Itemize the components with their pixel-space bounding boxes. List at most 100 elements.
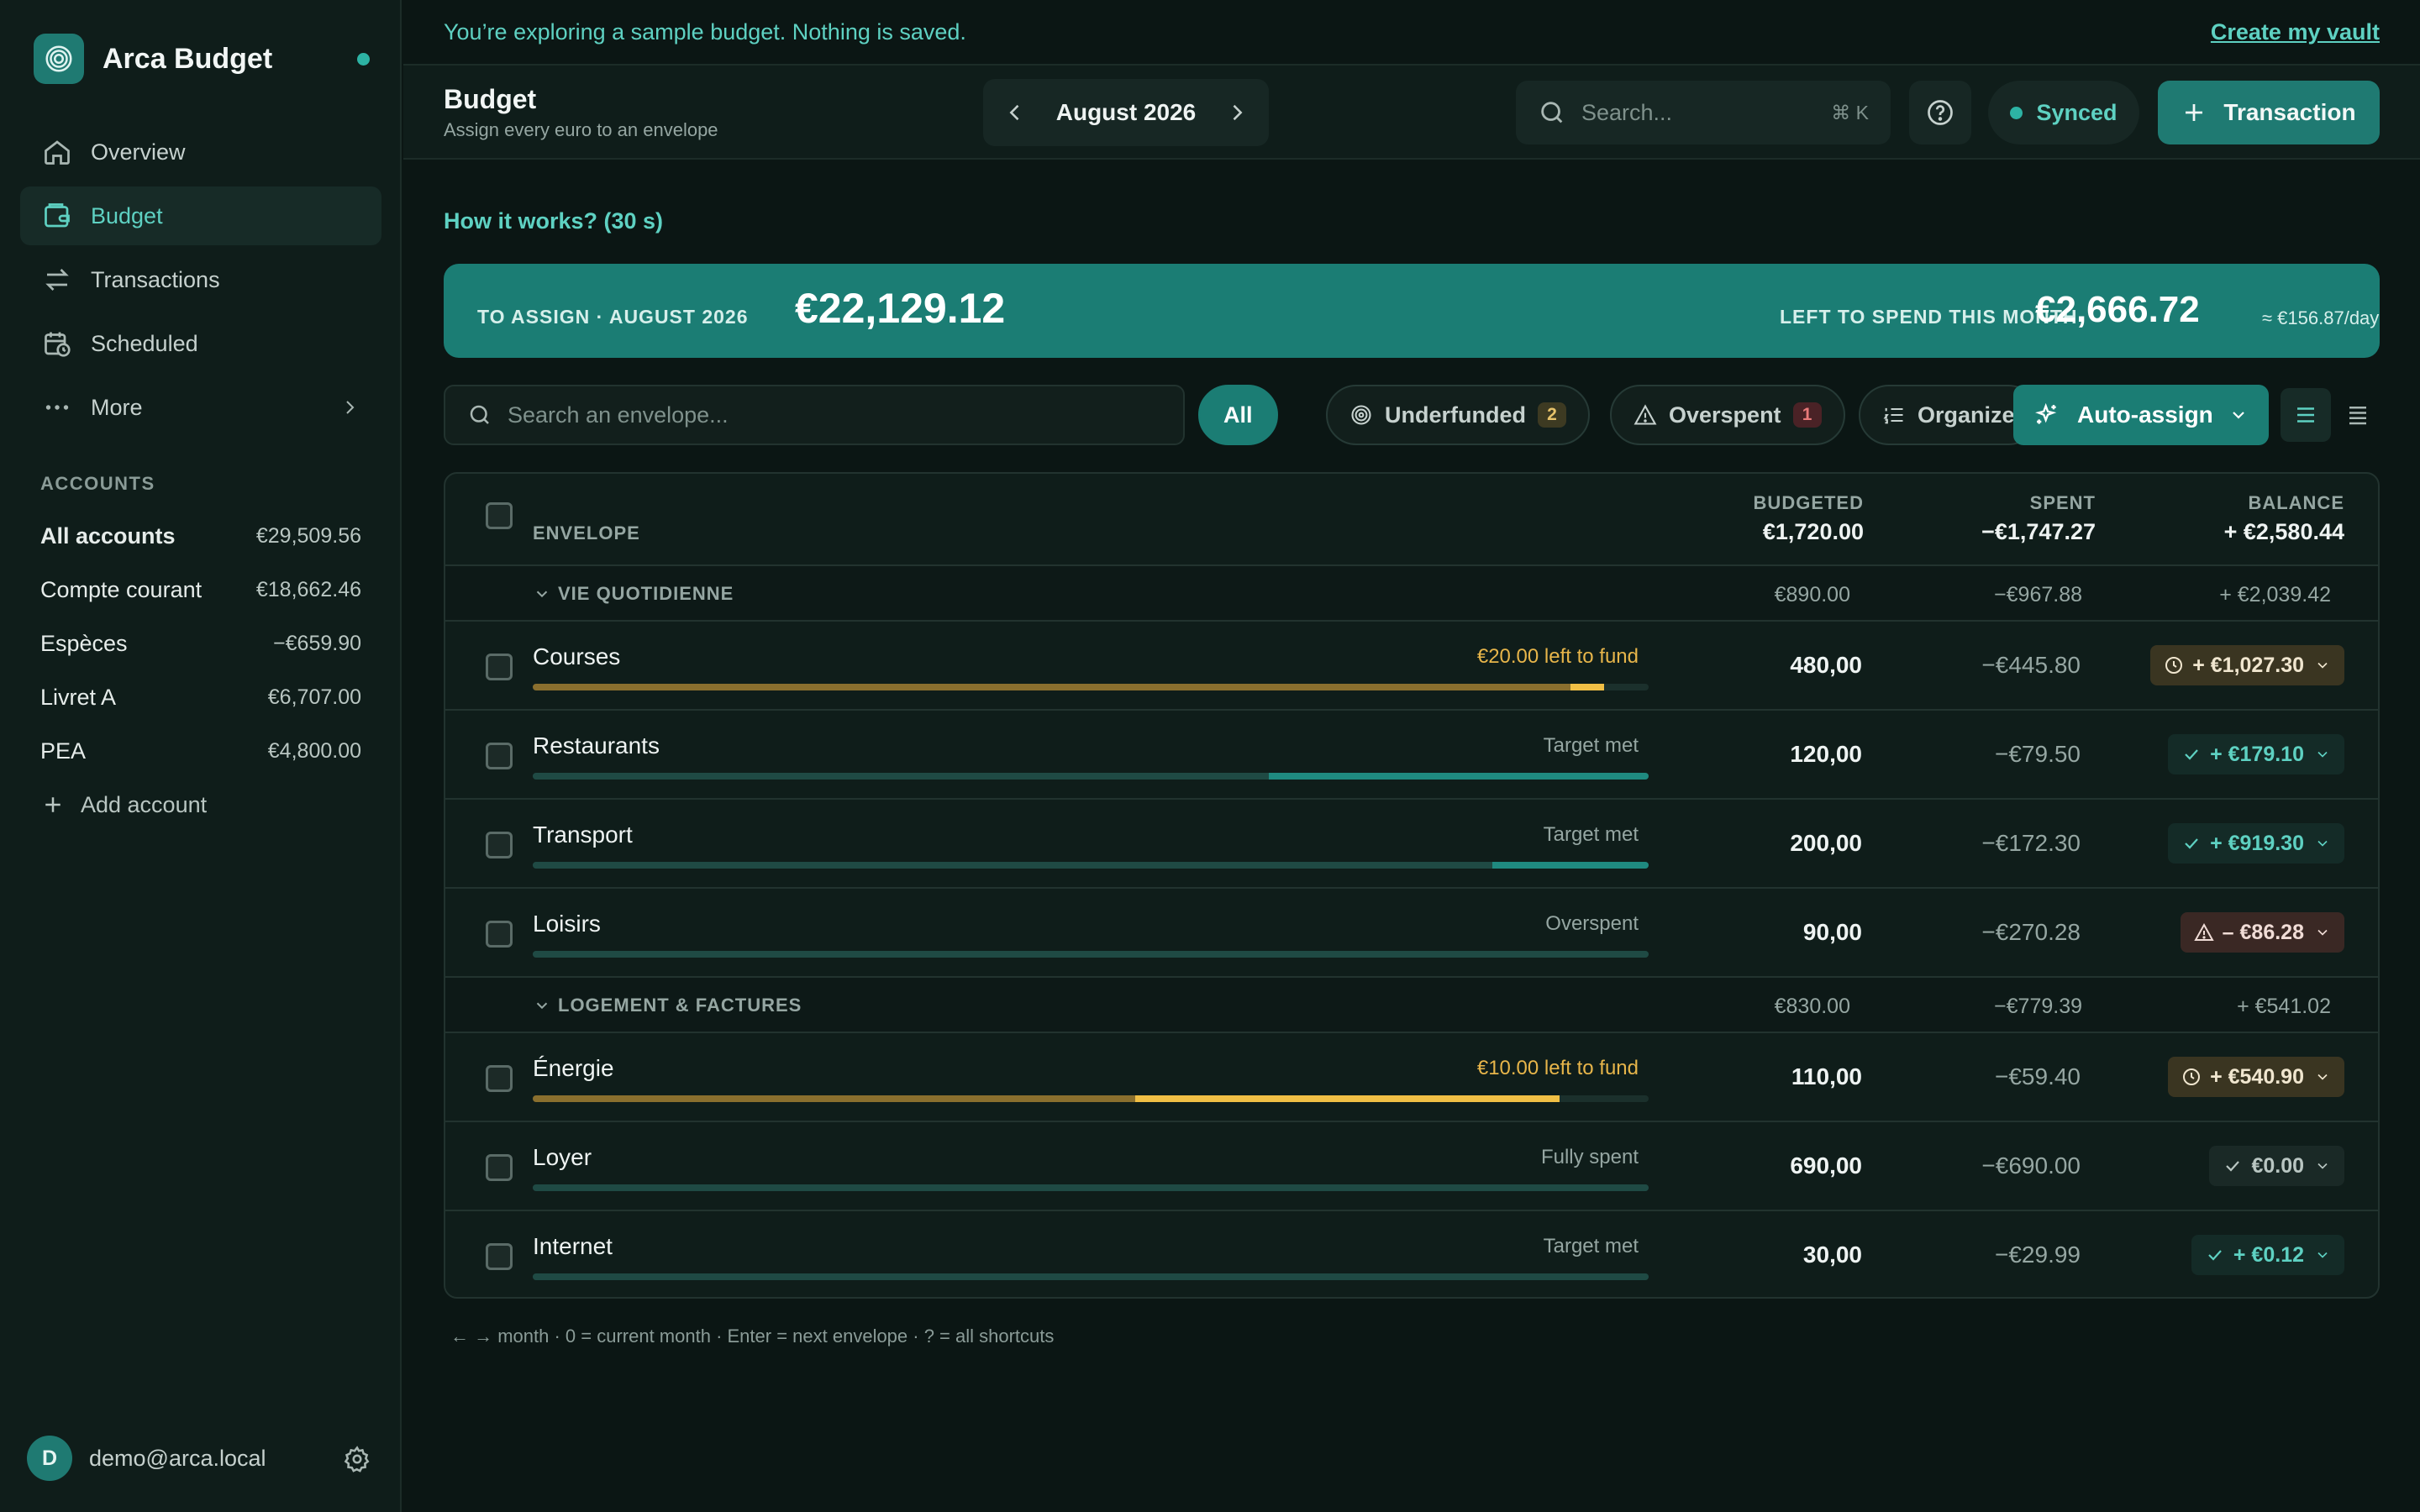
balance-pill[interactable]: + €919.30	[2168, 823, 2344, 864]
auto-assign-button[interactable]: Auto-assign	[2013, 385, 2269, 445]
account-item[interactable]: All accounts €29,509.56	[40, 509, 361, 563]
envelope-name: Courses	[533, 643, 621, 669]
row-checkbox[interactable]	[486, 1243, 513, 1270]
envelope-status: Target met	[1543, 823, 1639, 846]
column-balance-label: BALANCE	[2248, 492, 2344, 513]
group-budgeted: €890.00	[1774, 583, 1850, 606]
filter-all[interactable]: All	[1198, 385, 1278, 445]
column-balance[interactable]: BALANCE + €2,580.44	[2224, 492, 2344, 545]
account-item[interactable]: Livret A €6,707.00	[40, 670, 361, 724]
banner-message: You’re exploring a sample budget. Nothin…	[444, 18, 966, 45]
balance-pill[interactable]: – €86.28	[2180, 912, 2344, 953]
balance-pill[interactable]: + €179.10	[2168, 734, 2344, 774]
brand[interactable]: Arca Budget	[34, 34, 370, 84]
row-checkbox[interactable]	[486, 1065, 513, 1092]
group-balance: + €541.02	[2237, 995, 2331, 1018]
budgeted-value[interactable]: 690,00	[1790, 1152, 1862, 1179]
row-checkbox[interactable]	[486, 743, 513, 769]
list-icon	[2297, 407, 2314, 423]
spent-value: −€29.99	[1995, 1242, 2081, 1268]
budgeted-value[interactable]: 120,00	[1790, 741, 1862, 768]
spent-value: −€79.50	[1995, 741, 2081, 767]
row-checkbox[interactable]	[486, 1154, 513, 1181]
nav-label: More	[91, 394, 143, 420]
table-row[interactable]: Internet Target met 30,00 −€29.99 + €0.1…	[445, 1211, 2378, 1297]
group-header[interactable]: VIE QUOTIDIENNE €890.00 −€967.88 + €2,03…	[445, 566, 2378, 622]
envelope-search-input[interactable]: Search an envelope...	[444, 385, 1185, 445]
account-name: Compte courant	[40, 576, 203, 602]
select-all-checkbox[interactable]	[486, 502, 513, 529]
brand-name: Arca Budget	[103, 42, 273, 75]
sidebar: Arca Budget Overview Budget Transactions…	[0, 0, 402, 1512]
budgeted-value[interactable]: 30,00	[1803, 1242, 1862, 1268]
nav-item-budget[interactable]: Budget	[20, 186, 381, 245]
global-search[interactable]: Search... ⌘ K	[1516, 81, 1891, 144]
view-comfortable-button[interactable]	[2281, 388, 2331, 442]
row-checkbox[interactable]	[486, 921, 513, 948]
group-budgeted: €830.00	[1774, 995, 1850, 1018]
envelope-filters: Search an envelope... All Underfunded 2 …	[444, 385, 2380, 445]
account-item[interactable]: Compte courant €18,662.46	[40, 563, 361, 617]
search-placeholder: Search...	[1581, 99, 1673, 125]
filter-overspent[interactable]: Overspent 1	[1610, 385, 1845, 445]
account-item[interactable]: Espèces −€659.90	[40, 617, 361, 670]
transaction-label: Transaction	[2223, 99, 2356, 125]
balance-pill[interactable]: + €1,027.30	[2150, 645, 2344, 685]
plus-icon	[45, 797, 60, 812]
how-it-works-link[interactable]: How it works? (30 s)	[444, 208, 663, 234]
view-compact-button[interactable]	[2333, 388, 2383, 442]
add-account-button[interactable]: Add account	[40, 778, 361, 832]
organize-button[interactable]: Organize	[1859, 385, 2039, 445]
create-vault-link[interactable]: Create my vault	[2211, 19, 2380, 45]
balance-pill[interactable]: €0.00	[2209, 1146, 2344, 1186]
envelope-name: Loyer	[533, 1144, 592, 1170]
sync-status[interactable]: Synced	[1988, 81, 2139, 144]
column-budgeted[interactable]: BUDGETED €1,720.00	[1754, 492, 1864, 545]
page-title: Budget	[444, 84, 537, 114]
budgeted-value[interactable]: 480,00	[1790, 652, 1862, 679]
help-button[interactable]	[1909, 81, 1971, 144]
account-balance: €29,509.56	[255, 523, 361, 548]
budgeted-value[interactable]: 110,00	[1791, 1063, 1862, 1090]
balance-value: + €0.12	[2233, 1242, 2304, 1267]
budgeted-value[interactable]: 200,00	[1790, 830, 1862, 857]
table-row[interactable]: Transport Target met 200,00 −€172.30 + €…	[445, 800, 2378, 889]
nav-item-more[interactable]: More	[20, 378, 381, 437]
envelope-progress	[533, 1273, 1649, 1280]
account-balance: €18,662.46	[255, 577, 361, 601]
clock-icon	[2165, 657, 2183, 674]
group-header[interactable]: LOGEMENT & FACTURES €830.00 −€779.39 + €…	[445, 978, 2378, 1033]
account-item[interactable]: PEA €4,800.00	[40, 724, 361, 778]
budgeted-value[interactable]: 90,00	[1803, 919, 1862, 946]
current-month[interactable]: August 2026	[1056, 99, 1197, 126]
nav-item-scheduled[interactable]: Scheduled	[20, 314, 381, 373]
column-spent[interactable]: SPENT −€1,747.27	[1981, 492, 2096, 545]
row-checkbox[interactable]	[486, 832, 513, 858]
balance-value: + €919.30	[2210, 831, 2304, 855]
add-transaction-button[interactable]: Transaction	[2158, 81, 2380, 144]
table-row[interactable]: Courses €20.00 left to fund 480,00 −€445…	[445, 622, 2378, 711]
balance-pill[interactable]: + €0.12	[2191, 1235, 2344, 1275]
chevron-right-icon	[346, 401, 355, 414]
table-row[interactable]: Énergie €10.00 left to fund 110,00 −€59.…	[445, 1033, 2378, 1122]
row-checkbox[interactable]	[486, 654, 513, 680]
chevron-left-icon[interactable]	[1003, 101, 1027, 124]
table-row[interactable]: Loisirs Overspent 90,00 −€270.28 – €86.2…	[445, 889, 2378, 978]
auto-assign-label: Auto-assign	[2077, 402, 2213, 428]
user-menu[interactable]: D demo@arca.local	[27, 1435, 371, 1482]
balance-pill[interactable]: + €540.90	[2168, 1057, 2344, 1097]
spent-total: −€1,747.27	[1981, 519, 2096, 544]
nav-item-overview[interactable]: Overview	[20, 123, 381, 181]
chevron-right-icon[interactable]	[1225, 101, 1249, 124]
nav-item-transactions[interactable]: Transactions	[20, 250, 381, 309]
check-icon	[2226, 1161, 2240, 1172]
chevron-down-icon	[2317, 840, 2328, 847]
gear-icon[interactable]	[343, 1445, 371, 1473]
table-row[interactable]: Loyer Fully spent 690,00 −€690.00 €0.00	[445, 1122, 2378, 1211]
envelope-status: €20.00 left to fund	[1476, 645, 1639, 668]
check-icon	[2185, 749, 2198, 760]
filter-underfunded[interactable]: Underfunded 2	[1326, 385, 1590, 445]
to-assign-value: €22,129.12	[795, 285, 1006, 332]
envelope-progress	[533, 684, 1649, 690]
table-row[interactable]: Restaurants Target met 120,00 −€79.50 + …	[445, 711, 2378, 800]
